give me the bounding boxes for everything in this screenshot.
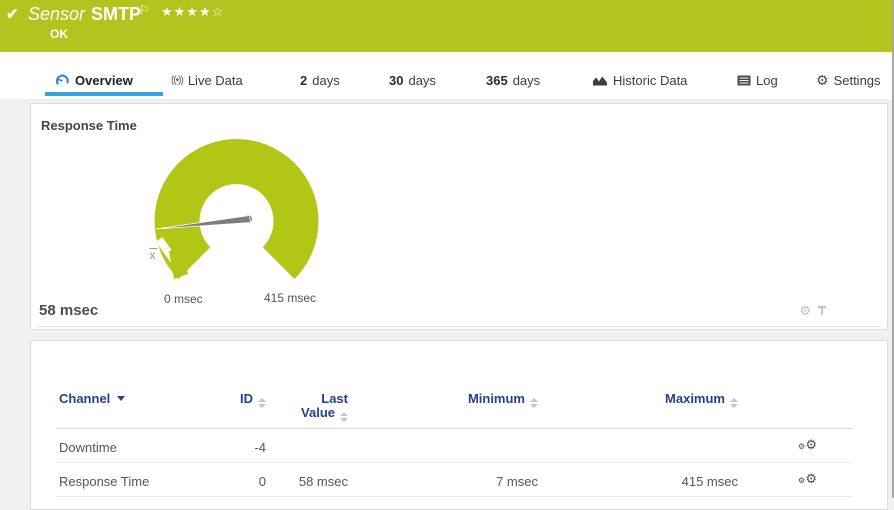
average-marker-label: x <box>150 248 156 262</box>
active-tab-underline <box>45 92 163 96</box>
gauge-min-label: 0 msec <box>164 292 203 306</box>
channel-table-header: Channel ID Last Value Minimum Maximum <box>56 379 852 429</box>
table-row-downtime: Downtime -4 ⚙⚙ <box>56 429 852 463</box>
column-header-id[interactable]: ID <box>206 392 266 408</box>
log-list-icon <box>737 75 751 86</box>
tab-365-days[interactable]: 365 days <box>486 70 540 90</box>
column-header-channel[interactable]: Channel <box>56 392 206 406</box>
gauge-icon <box>55 73 70 88</box>
channel-id: -4 <box>206 440 266 455</box>
tab-30-days[interactable]: 30 days <box>389 70 436 90</box>
gauge-max-label: 415 msec <box>264 291 316 305</box>
sensor-title-name: SMTP <box>91 4 141 24</box>
channel-name: Downtime <box>56 440 206 455</box>
tab-label: days <box>513 73 540 88</box>
channel-name: Response Time <box>56 474 206 489</box>
channel-table: Channel ID Last Value Minimum Maximum Do… <box>56 379 852 497</box>
channel-minimum: 7 msec <box>348 474 538 489</box>
column-header-maximum[interactable]: Maximum <box>538 392 738 408</box>
column-header-minimum[interactable]: Minimum <box>348 392 538 408</box>
tab-overview[interactable]: Overview <box>55 70 133 90</box>
sort-arrows-icon <box>730 398 738 408</box>
gauge-current-value: 58 msec <box>39 302 98 319</box>
sensor-header: ✔ Sensor SMTP ⚐ ★★★★☆ OK <box>0 0 894 52</box>
tab-bar: Overview ((•)) Live Data 2 days 30 days … <box>0 52 894 99</box>
tab-2-days[interactable]: 2 days <box>300 70 340 90</box>
table-row-response-time: Response Time 0 58 msec 7 msec 415 msec … <box>56 463 852 497</box>
sensor-title: Sensor SMTP <box>28 4 141 25</box>
column-header-last-value[interactable]: Last Value <box>266 392 348 422</box>
tab-number: 2 <box>300 73 307 88</box>
pin-icon[interactable] <box>817 305 827 317</box>
sensor-status-badge: OK <box>50 27 68 41</box>
channel-table-panel: Channel ID Last Value Minimum Maximum Do… <box>30 340 888 510</box>
sort-arrows-icon <box>530 398 538 408</box>
tab-label: Historic Data <box>613 73 687 88</box>
area-chart-icon <box>592 74 608 86</box>
tab-settings[interactable]: ⚙ Settings <box>816 70 881 90</box>
channel-id: 0 <box>206 474 266 489</box>
tab-label: Live Data <box>188 73 243 88</box>
tab-number: 365 <box>486 73 508 88</box>
priority-stars[interactable]: ★★★★☆ <box>161 4 224 20</box>
tab-label: Settings <box>834 73 881 88</box>
gauge-panel-toolbar: ⚙ <box>799 304 827 317</box>
column-label: Maximum <box>665 391 725 406</box>
response-time-gauge-panel: Response Time x 0 msec 415 msec 58 msec … <box>30 103 888 330</box>
sort-caret-down-icon <box>117 396 125 401</box>
column-label: Channel <box>59 391 110 406</box>
gear-icon: ⚙ <box>816 73 829 87</box>
channel-last-value: 58 msec <box>266 474 348 489</box>
stars-filled: ★★★★ <box>161 4 212 19</box>
response-time-gauge: x <box>146 131 326 311</box>
channel-settings-gears-icon[interactable]: ⚙⚙ <box>798 440 817 456</box>
column-label: Minimum <box>468 391 525 406</box>
column-label: Value <box>301 405 335 420</box>
tab-log[interactable]: Log <box>737 70 778 90</box>
gauge-panel-title: Response Time <box>41 118 137 133</box>
channel-settings-gears-icon[interactable]: ⚙⚙ <box>798 474 817 490</box>
tab-label: Overview <box>75 73 133 88</box>
tab-historic-data[interactable]: Historic Data <box>592 70 687 90</box>
tab-label: days <box>408 73 435 88</box>
status-ok-check-icon: ✔ <box>6 5 19 23</box>
column-label: Last <box>321 391 348 406</box>
sort-arrows-icon <box>258 398 266 408</box>
sort-arrows-icon <box>340 412 348 422</box>
channel-maximum: 415 msec <box>538 474 738 489</box>
priority-flag-icon[interactable]: ⚐ <box>139 3 150 17</box>
sensor-title-prefix: Sensor <box>28 4 85 24</box>
tab-label: Log <box>756 73 778 88</box>
gauge-settings-gear-icon[interactable]: ⚙ <box>799 304 811 317</box>
tab-label: days <box>312 73 339 88</box>
broadcast-icon: ((•)) <box>171 75 183 86</box>
gauge-panel-divider <box>37 326 881 327</box>
star-empty: ☆ <box>212 4 225 19</box>
tab-number: 30 <box>389 73 403 88</box>
column-label: ID <box>240 391 253 406</box>
tab-live-data[interactable]: ((•)) Live Data <box>171 70 243 90</box>
